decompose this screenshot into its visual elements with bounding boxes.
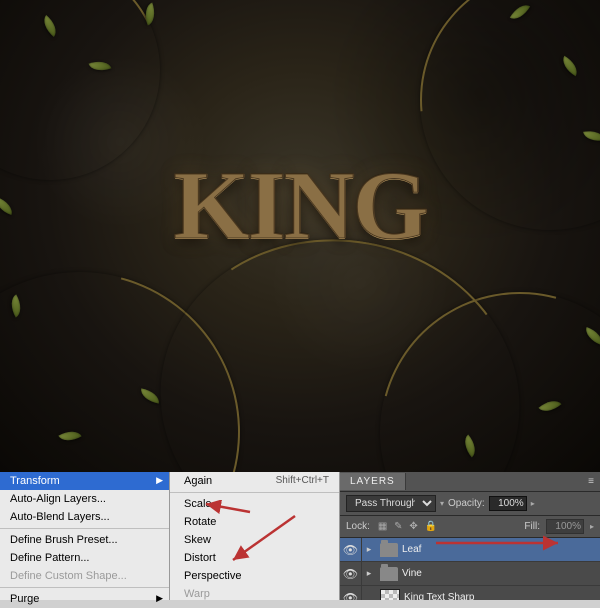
menu-item-skew[interactable]: Skew [170,531,339,549]
menu-item-label: Auto-Align Layers... [10,493,106,505]
menu-item-label: Rotate [184,516,216,528]
visibility-toggle[interactable]: 👁 [340,538,362,561]
lock-label: Lock: [346,521,370,532]
lock-position-icon[interactable]: ✥ [409,521,417,532]
menu-item-rotate[interactable]: Rotate [170,513,339,531]
layer-name: King Text Sharp [404,592,474,600]
layer-name: Leaf [402,544,421,555]
menu-item-auto-blend[interactable]: Auto-Blend Layers... [0,508,169,526]
menu-item-label: Transform [10,475,60,487]
menu-item-label: Purge [10,593,39,605]
menu-separator [0,528,169,529]
folder-icon [380,543,398,557]
menu-item-define-shape: Define Custom Shape... [0,567,169,585]
opacity-label: Opacity: [448,498,485,509]
disclosure-triangle-icon[interactable]: ▸ [362,544,376,555]
fill-input [546,519,584,534]
folder-icon [380,567,398,581]
opacity-input[interactable] [489,496,527,511]
menu-item-auto-align[interactable]: Auto-Align Layers... [0,490,169,508]
chevron-down-icon: ▾ [440,499,444,508]
panel-tabs: LAYERS ≡ [340,472,600,492]
menu-item-transform[interactable]: Transform ▶ [0,472,169,490]
fill-label: Fill: [524,521,540,532]
menu-item-label: Distort [184,552,216,564]
panel-menu-icon[interactable]: ≡ [582,476,600,487]
menu-item-perspective[interactable]: Perspective [170,567,339,585]
menu-item-label: Perspective [184,570,241,582]
edit-menu: Transform ▶ Auto-Align Layers... Auto-Bl… [0,472,170,600]
layer-row-vine[interactable]: 👁 ▸ Vine [340,562,600,586]
chevron-right-icon: ▸ [590,522,594,531]
lock-row: Lock: ▦ ✎ ✥ 🔒 Fill: ▸ [340,516,600,538]
visibility-toggle[interactable]: 👁 [340,586,362,600]
layers-panel: LAYERS ≡ Pass Through ▾ Opacity: ▸ Lock:… [340,472,600,600]
keyboard-shortcut: Shift+Ctrl+T [276,475,329,486]
tab-layers[interactable]: LAYERS [340,473,406,490]
lock-icons-group: ▦ ✎ ✥ 🔒 [376,521,439,532]
menu-item-purge[interactable]: Purge ▶ [0,590,169,608]
menu-item-label: Define Brush Preset... [10,534,118,546]
transform-submenu: Again Shift+Ctrl+T Scale Rotate Skew Dis… [170,472,340,600]
lock-all-icon[interactable]: 🔒 [424,521,436,532]
layer-row-leaf[interactable]: 👁 ▸ Leaf [340,538,600,562]
document-canvas: KING [0,0,600,472]
lock-transparency-icon[interactable]: ▦ [378,521,387,532]
menu-item-label: Warp [184,588,210,600]
layer-thumbnail [380,589,400,601]
menu-item-define-pattern[interactable]: Define Pattern... [0,549,169,567]
disclosure-triangle-icon[interactable]: ▸ [362,568,376,579]
layers-options-row: Pass Through ▾ Opacity: ▸ [340,492,600,516]
menu-item-warp: Warp [170,585,339,603]
menu-item-label: Define Custom Shape... [10,570,127,582]
lock-pixels-icon[interactable]: ✎ [394,521,402,532]
layer-row-king-text[interactable]: 👁 King Text Sharp [340,586,600,600]
artwork-title-text: KING [0,150,600,262]
chevron-right-icon[interactable]: ▸ [531,499,535,508]
menu-item-label: Again [184,475,212,487]
menu-item-define-brush[interactable]: Define Brush Preset... [0,531,169,549]
layer-name: Vine [402,568,422,579]
menu-separator [0,587,169,588]
visibility-toggle[interactable]: 👁 [340,562,362,585]
menu-item-label: Define Pattern... [10,552,90,564]
menu-separator [170,492,339,493]
blend-mode-select[interactable]: Pass Through [346,495,436,512]
menu-item-label: Auto-Blend Layers... [10,511,110,523]
menu-item-again[interactable]: Again Shift+Ctrl+T [170,472,339,490]
menu-item-distort[interactable]: Distort [170,549,339,567]
submenu-arrow-icon: ▶ [156,593,163,604]
menu-item-label: Skew [184,534,211,546]
menu-item-label: Scale [184,498,212,510]
submenu-arrow-icon: ▶ [156,475,163,486]
menu-item-scale[interactable]: Scale [170,495,339,513]
layer-list: 👁 ▸ Leaf 👁 ▸ Vine 👁 King Text Sharp [340,538,600,600]
